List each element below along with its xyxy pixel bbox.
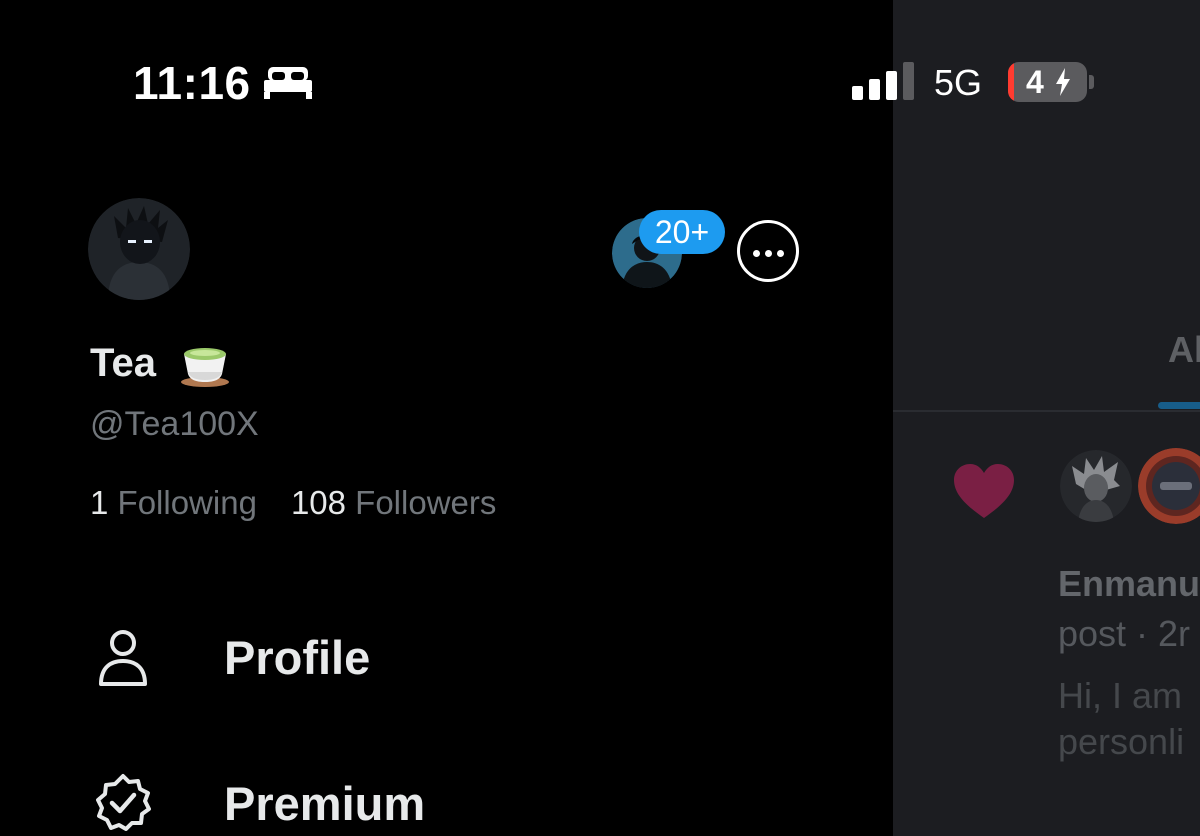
profile-avatar[interactable]: [88, 198, 190, 300]
account-notification-badge: 20+: [639, 210, 725, 254]
followers-count: 108: [290, 484, 346, 521]
person-icon: [99, 630, 147, 686]
follow-stats: 1 Following 108 Followers: [90, 483, 496, 523]
navigation-drawer: 11:16 20+ Tea @Tea100X 1 Following 108 F…: [0, 0, 893, 836]
timeline-tab-label[interactable]: Al: [1168, 330, 1200, 370]
following-link[interactable]: 1 Following: [90, 484, 257, 521]
battery-level: 4: [1026, 64, 1044, 100]
notification-text: personli: [1058, 721, 1185, 762]
followers-label: Followers: [355, 484, 497, 521]
profile-handle: @Tea100X: [90, 405, 259, 443]
bolt-icon: [1056, 68, 1070, 96]
menu-item-profile[interactable]: Profile: [92, 626, 492, 696]
following-label: Following: [117, 484, 257, 521]
heart-icon: [954, 464, 1014, 518]
tab-indicator: [1158, 402, 1200, 409]
followers-link[interactable]: 108 Followers: [291, 484, 496, 521]
status-time: 11:16: [133, 57, 251, 109]
menu-item-label: Premium: [224, 777, 426, 830]
menu-item-label: Profile: [224, 631, 371, 684]
cellular-signal-icon: [852, 62, 914, 100]
more-dot: [765, 250, 772, 257]
notification-meta: post · 2r: [1058, 613, 1191, 654]
verified-badge-icon: [96, 774, 151, 831]
notification-avatar[interactable]: [1060, 450, 1132, 522]
more-dot: [777, 250, 784, 257]
battery-cap: [1089, 75, 1094, 89]
battery-indicator: 4: [1008, 62, 1096, 102]
notification-name: Enmanu: [1058, 563, 1200, 604]
menu-item-premium[interactable]: Premium: [92, 772, 492, 836]
profile-name[interactable]: Tea: [90, 340, 156, 386]
more-options-button[interactable]: [737, 220, 799, 282]
avatar-image: [1060, 450, 1132, 522]
divider: [893, 410, 1200, 412]
more-horizontal-icon: [753, 250, 760, 257]
teacup-emoji-icon: [181, 348, 229, 387]
network-type: 5G: [934, 62, 983, 103]
following-count: 1: [90, 484, 109, 521]
battery-body: [1008, 62, 1087, 102]
notification-text: Hi, I am: [1058, 675, 1183, 716]
avatar-image: [88, 198, 190, 300]
bed-icon: [264, 67, 312, 99]
battery-fill: [1008, 62, 1014, 102]
